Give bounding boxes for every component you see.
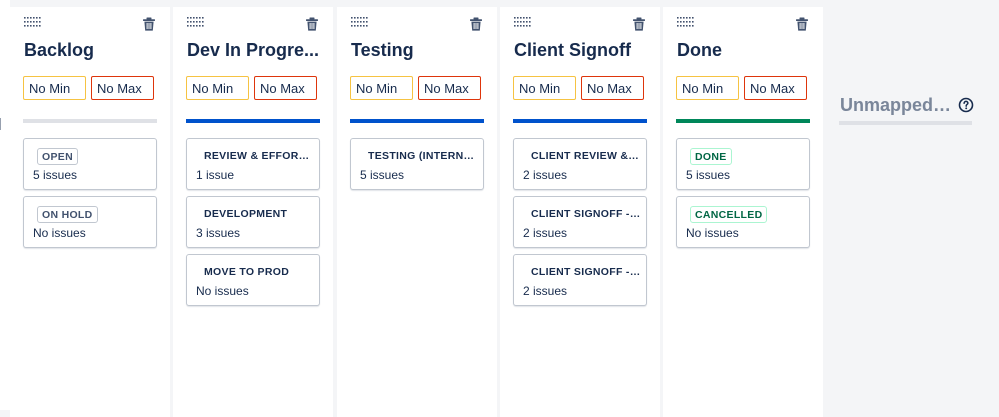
status-issue-count: No issues [686,226,739,240]
status-issue-count: No issues [33,226,86,240]
status-lozenge: CANCELLED [690,206,768,223]
status-issue-count: 5 issues [33,168,78,182]
status-category-bar [186,119,320,123]
status-card[interactable]: ON HOLD No issues [23,196,157,248]
status-card[interactable]: DEVELOPMENT 3 issues [186,196,320,248]
status-issue-count: 1 issue [196,168,235,182]
column-min-limit-field[interactable]: No Min [513,76,576,100]
status-category-bar [350,119,484,123]
status-lozenge: MOVE TO PROD [200,264,294,279]
status-issue-count: 2 issues [523,284,568,298]
column-title[interactable]: Client Signoff [514,40,648,61]
status-issue-count: No issues [196,284,249,298]
trash-icon[interactable] [304,16,320,32]
column-max-limit-field[interactable]: No Max [581,76,644,100]
column-title[interactable]: Done [677,40,811,61]
column-max-limit-field[interactable]: No Max [418,76,481,100]
status-lozenge: CLIENT REVIEW & A... [527,148,645,163]
status-category-bar [676,119,810,123]
status-lozenge: CLIENT SIGNOFF - U... [527,206,645,221]
unmapped-status-category-bar [839,121,972,125]
column-max-limit-field[interactable]: No Max [744,76,807,100]
status-issue-count: 5 issues [360,168,405,182]
column-max-limit-field[interactable]: No Max [254,76,317,100]
status-issue-count: 2 issues [523,226,568,240]
trash-icon[interactable] [631,16,647,32]
column-min-limit-field[interactable]: No Min [676,76,739,100]
drag-handle-icon[interactable] [350,16,368,28]
status-card[interactable]: CLIENT REVIEW & A... 2 issues [513,138,647,190]
column-title[interactable]: Backlog [24,40,158,61]
status-card[interactable]: CLIENT SIGNOFF - P... 2 issues [513,254,647,306]
drag-handle-icon[interactable] [676,16,694,28]
drag-handle-icon[interactable] [186,16,204,28]
board-column: Client Signoff No Min No Max CLIENT REVIEW … [500,7,660,417]
trash-icon[interactable] [794,16,810,32]
column-min-limit-field[interactable]: No Min [186,76,249,100]
status-lozenge: TESTING (INTERNAL) [364,148,482,163]
status-card[interactable]: OPEN 5 issues [23,138,157,190]
panel-edge-marker [0,118,1,130]
status-category-bar [23,119,157,123]
status-card[interactable]: CANCELLED No issues [676,196,810,248]
board-column: Testing No Min No Max TESTING (INTERNAL) 5 i… [337,7,497,417]
status-lozenge: REVIEW & EFFORT E... [200,148,318,163]
column-min-limit-field[interactable]: No Min [23,76,86,100]
status-card[interactable]: CLIENT SIGNOFF - U... 2 issues [513,196,647,248]
board-column: Backlog No Min No Max OPEN 5 issues ON HOLD No… [10,7,170,417]
status-card[interactable]: MOVE TO PROD No issues [186,254,320,306]
status-card[interactable]: REVIEW & EFFORT E... 1 issue [186,138,320,190]
status-issue-count: 5 issues [686,168,731,182]
drag-handle-icon[interactable] [23,16,41,28]
trash-icon[interactable] [141,16,157,32]
status-category-bar [513,119,647,123]
question-circle-icon[interactable] [958,97,974,113]
status-card[interactable]: DONE 5 issues [676,138,810,190]
board-column: Done No Min No Max DONE 5 issues CANCELLED No … [663,7,823,417]
column-title[interactable]: Testing [351,40,485,61]
left-panel-edge [0,0,10,410]
status-lozenge: CLIENT SIGNOFF - P... [527,264,645,279]
status-lozenge: ON HOLD [37,206,98,223]
status-lozenge: DEVELOPMENT [200,206,292,221]
status-issue-count: 2 issues [523,168,568,182]
column-max-limit-field[interactable]: No Max [91,76,154,100]
drag-handle-icon[interactable] [513,16,531,28]
status-lozenge: DONE [690,148,732,165]
status-card[interactable]: TESTING (INTERNAL) 5 issues [350,138,484,190]
board-column: Dev In Progre... No Min No Max REVIEW & EFF… [173,7,333,417]
column-min-limit-field[interactable]: No Min [350,76,413,100]
status-issue-count: 3 issues [196,226,241,240]
unmapped-statuses-title: Unmapped S... [840,95,952,115]
trash-icon[interactable] [468,16,484,32]
column-title[interactable]: Dev In Progre... [187,40,321,61]
status-lozenge: OPEN [37,148,78,165]
